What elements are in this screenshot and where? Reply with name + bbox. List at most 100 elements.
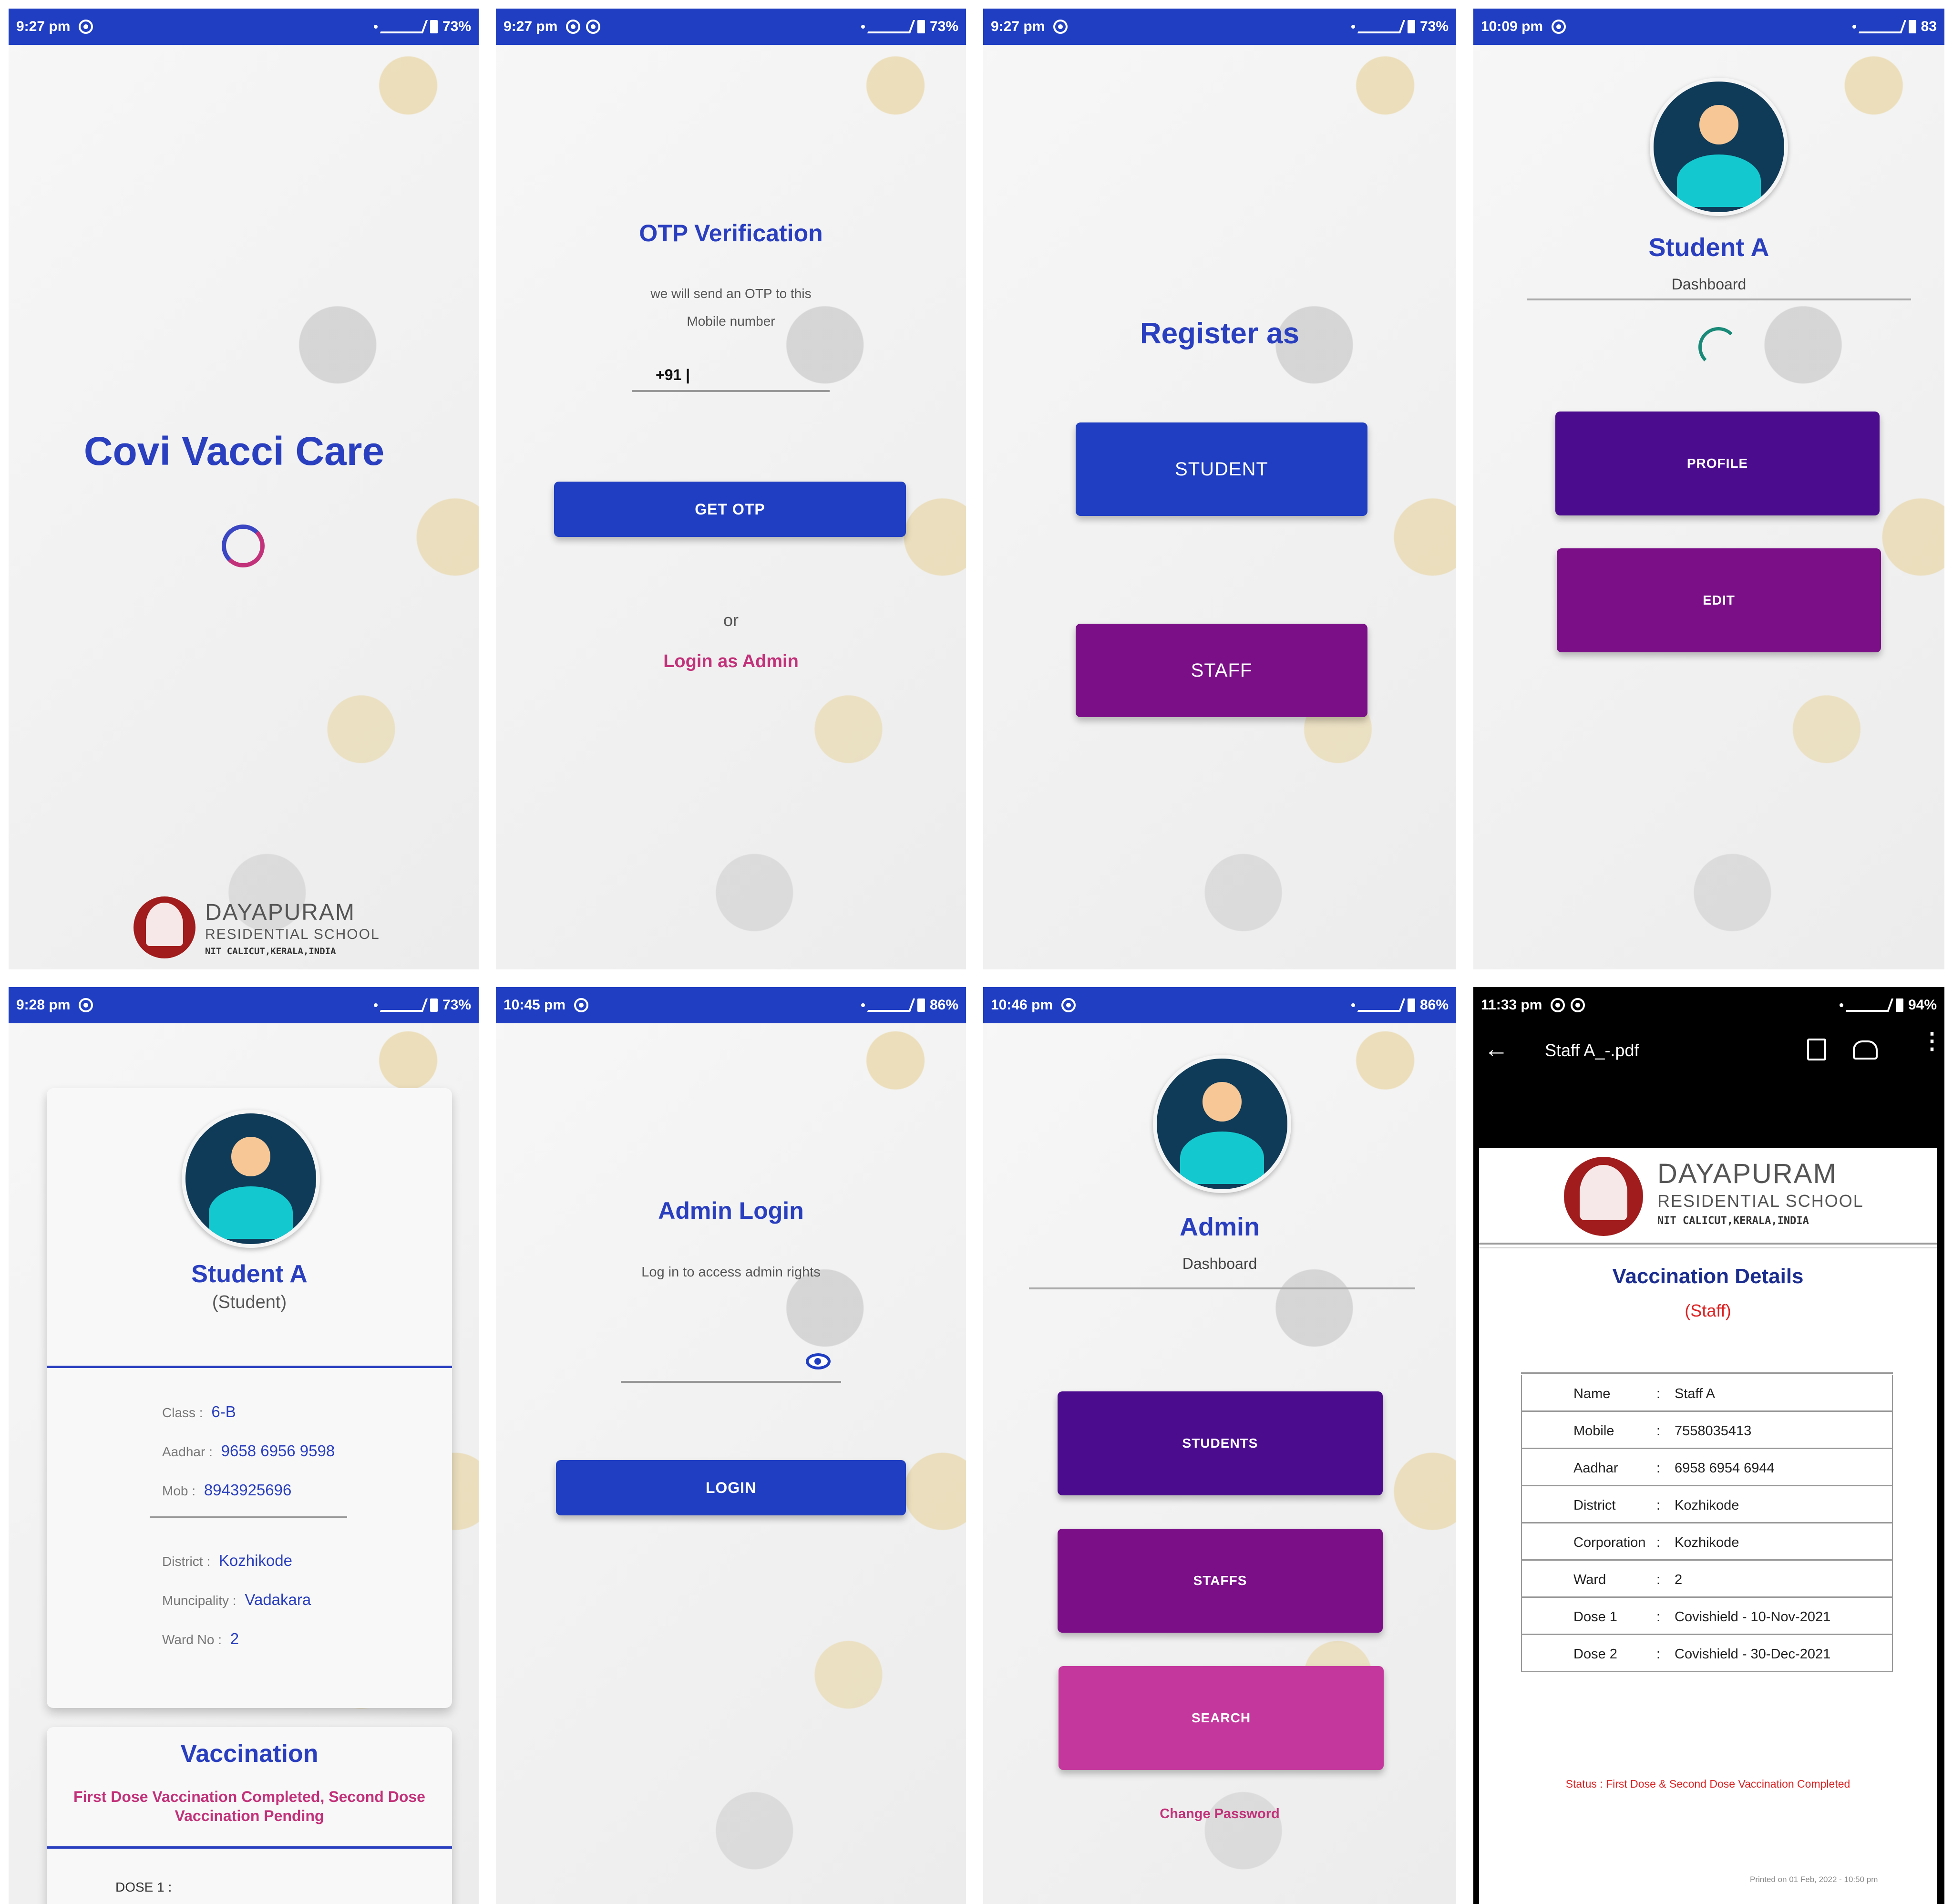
staff-button[interactable]: STAFF [1076, 624, 1367, 717]
screen-record-icon [1552, 20, 1566, 34]
pdf-school-name: DAYAPURAM [1657, 1158, 1837, 1189]
vaccination-title: Vaccination [180, 1740, 319, 1768]
back-arrow-icon[interactable]: ← [1484, 1035, 1509, 1063]
profile-button[interactable]: PROFILE [1555, 412, 1880, 515]
pdf-school-place: NIT CALICUT,KERALA,INDIA [1657, 1215, 1809, 1227]
screen-record-icon [79, 20, 93, 34]
pdf-subheading: (Staff) [1685, 1301, 1731, 1320]
battery-level: 86% [1419, 997, 1449, 1013]
change-password-link[interactable]: Change Password [983, 1806, 1456, 1822]
status-bar: 10:45 pm 86% [496, 987, 966, 1023]
status-time: 9:27 pm [991, 19, 1045, 34]
or-separator: or [723, 610, 739, 630]
add-to-drive-icon[interactable] [1853, 1040, 1878, 1060]
login-as-admin-link[interactable]: Login as Admin [496, 651, 966, 672]
notification-dot-icon [373, 25, 378, 29]
status-time: 10:45 pm [504, 997, 566, 1013]
dashboard-subtitle: Dashboard [1671, 276, 1747, 293]
field-muncipality: Muncipality : Vadakara [162, 1591, 311, 1609]
status-bar: 9:27 pm 73% [983, 9, 1456, 45]
otp-title: OTP Verification [639, 220, 823, 247]
battery-level: 94% [1908, 997, 1937, 1013]
battery-icon [430, 20, 438, 33]
field-label: Ward No : [162, 1632, 222, 1647]
pdf-row-value: Covishield - 10-Nov-2021 [1675, 1609, 1831, 1625]
notification-dot-icon [1839, 1003, 1843, 1007]
search-document-icon[interactable] [1807, 1039, 1826, 1060]
otp-description-1: we will send an OTP to this [650, 286, 812, 301]
status-icons: 73% [373, 997, 471, 1013]
search-button[interactable]: SEARCH [1059, 1666, 1384, 1770]
pdf-row: Aadhar : 6958 6954 6944 [1521, 1449, 1893, 1486]
dose1-label: DOSE 1 : [115, 1880, 172, 1894]
school-logo-icon [134, 896, 195, 958]
field-class: Class : 6-B [162, 1403, 236, 1421]
status-bar: 10:09 pm 83 [1473, 9, 1944, 45]
pdf-row-value: 6958 6954 6944 [1675, 1461, 1775, 1476]
field-value: 8943925696 [204, 1481, 292, 1499]
staffs-button[interactable]: STAFFS [1058, 1529, 1383, 1633]
pdf-row-sep: : [1656, 1498, 1661, 1513]
login-button[interactable]: LOGIN [556, 1460, 906, 1515]
pdf-row-value: Kozhikode [1675, 1535, 1739, 1550]
status-time: 9:27 pm [16, 19, 71, 34]
battery-level: 83 [1921, 19, 1937, 34]
admin-login-title: Admin Login [658, 1197, 804, 1224]
field-value: 9658 6956 9598 [221, 1442, 335, 1460]
divider [47, 1366, 452, 1368]
pdf-row-value: Kozhikode [1675, 1498, 1739, 1513]
status-time: 11:33 pm [1481, 997, 1542, 1013]
pdf-row-value: 2 [1675, 1572, 1683, 1587]
pdf-row: Name : Staff A [1521, 1375, 1893, 1412]
avatar-icon [1153, 1055, 1291, 1193]
field-ward: Ward No : 2 [162, 1630, 239, 1648]
battery-icon [1407, 998, 1415, 1012]
school-name: DAYAPURAM [205, 900, 355, 925]
user-name: Student A [1648, 233, 1769, 262]
pdf-row: Mobile : 7558035413 [1521, 1412, 1893, 1449]
students-button[interactable]: STUDENTS [1058, 1391, 1383, 1495]
field-district: District : Kozhikode [162, 1552, 292, 1570]
field-label: Mob : [162, 1483, 196, 1498]
more-options-icon[interactable]: ⋮ [1921, 1030, 1943, 1053]
loading-spinner-icon [222, 525, 265, 567]
screen-splash: 9:27 pm 73% Covi Vacci Care DAYAPURAM RE… [9, 9, 479, 969]
profile-name: Student A [191, 1260, 308, 1288]
pdf-row: Dose 1 : Covishield - 10-Nov-2021 [1521, 1598, 1893, 1635]
notification-dot-icon [1351, 25, 1355, 29]
pdf-row-value: Staff A [1675, 1386, 1715, 1401]
pdf-row-sep: : [1656, 1647, 1661, 1662]
profile-role: (Student) [212, 1292, 287, 1312]
pdf-heading: Vaccination Details [1612, 1265, 1804, 1288]
notification-dot-icon [1351, 1003, 1355, 1007]
phone-input[interactable]: +91 | [632, 361, 830, 392]
status-icons: 86% [1351, 997, 1449, 1013]
divider [1479, 1243, 1937, 1245]
student-button[interactable]: STUDENT [1076, 422, 1367, 516]
vaccination-status: First Dose Vaccination Completed, Second… [73, 1788, 425, 1824]
get-otp-button[interactable]: GET OTP [554, 482, 906, 537]
edit-button[interactable]: EDIT [1557, 548, 1881, 652]
pdf-row-sep: : [1656, 1609, 1661, 1625]
signal-icon [867, 998, 915, 1012]
pdf-row-label: Mobile [1573, 1423, 1614, 1439]
battery-level: 73% [442, 997, 471, 1013]
otp-description-2: Mobile number [687, 314, 775, 329]
pdf-row-sep: : [1656, 1572, 1661, 1587]
app-title: Covi Vacci Care [83, 429, 385, 473]
battery-icon [1908, 20, 1916, 33]
field-label: Aadhar : [162, 1444, 213, 1459]
status-icons: 73% [1351, 19, 1449, 35]
screen-register: 9:27 pm 73% Register as STUDENT STAFF [983, 9, 1456, 969]
status-bar: 9:27 pm 73% [9, 9, 479, 45]
pdf-row-sep: : [1656, 1386, 1661, 1401]
battery-icon [1895, 998, 1903, 1012]
battery-icon [430, 998, 438, 1012]
screen-student-profile: 9:28 pm 73% Student A (Student) Class : … [9, 987, 479, 1904]
pdf-row-sep: : [1656, 1535, 1661, 1550]
field-label: Muncipality : [162, 1593, 236, 1608]
avatar-icon [1650, 78, 1788, 216]
profile-card: Student A (Student) Class : 6-B Aadhar :… [47, 1088, 452, 1708]
eye-icon[interactable] [806, 1353, 831, 1369]
field-aadhar: Aadhar : 9658 6956 9598 [162, 1442, 335, 1460]
